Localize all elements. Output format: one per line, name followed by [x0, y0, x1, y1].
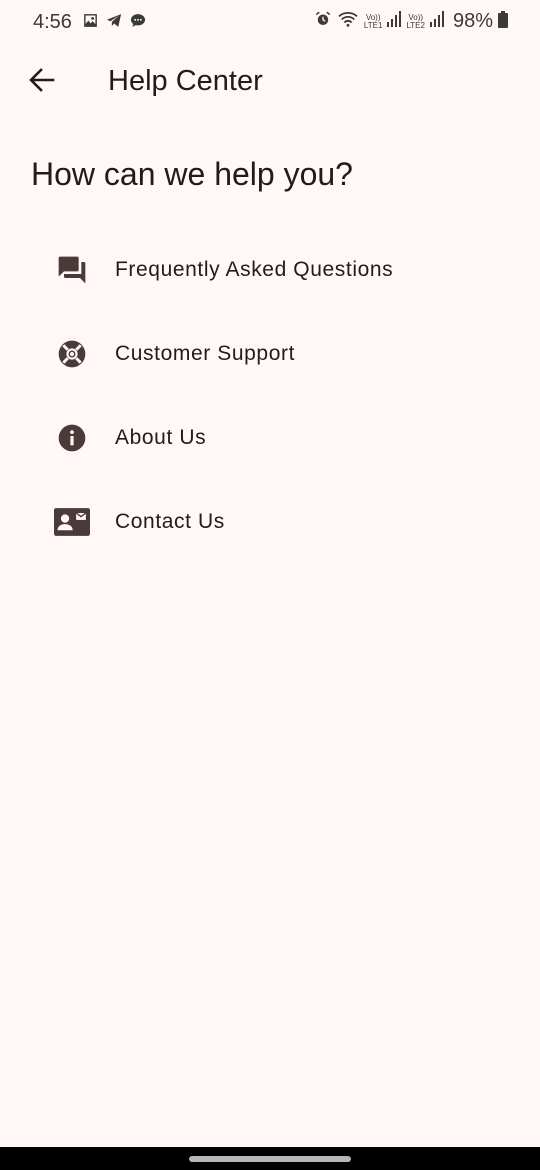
help-menu-list: Frequently Asked Questions Customer Supp… [0, 228, 540, 564]
system-status-icons: Vo)) LTE1 Vo)) LTE2 98% [314, 10, 508, 33]
menu-item-label: Frequently Asked Questions [115, 258, 394, 281]
sim2-lte-label: LTE2 [406, 20, 425, 30]
menu-item-customer-support[interactable]: Customer Support [0, 312, 540, 396]
info-icon [54, 420, 90, 456]
back-button[interactable] [24, 66, 60, 98]
gallery-icon [82, 12, 99, 34]
chat-bubble-icon [129, 12, 147, 34]
menu-item-contact-us[interactable]: Contact Us [0, 480, 540, 564]
status-bar: 4:56 Vo)) LTE1 Vo)) LTE2 98% [0, 0, 540, 44]
menu-item-about-us[interactable]: About Us [0, 396, 540, 480]
alarm-icon [314, 10, 332, 33]
system-nav-bar [0, 1147, 540, 1170]
menu-item-label: About Us [115, 426, 207, 449]
battery-percent: 98% [452, 10, 493, 32]
menu-item-label: Customer Support [115, 342, 296, 365]
top-app-bar: Help Center [0, 52, 540, 112]
home-gesture-handle[interactable] [189, 1156, 351, 1162]
menu-item-faq[interactable]: Frequently Asked Questions [0, 228, 540, 312]
help-heading: How can we help you? [31, 156, 353, 192]
telegram-icon [105, 12, 123, 34]
battery-icon [498, 10, 508, 33]
signal-lte2-icon [429, 11, 444, 32]
sim1-lte-label: LTE1 [363, 20, 383, 30]
page-title: Help Center [108, 65, 263, 97]
menu-item-label: Contact Us [115, 510, 225, 533]
help-center-screen: 4:56 Vo)) LTE1 Vo)) LTE2 98% Help Center… [0, 0, 540, 1170]
wifi-icon [337, 10, 359, 33]
notification-icons [82, 12, 147, 34]
support-lifebuoy-icon [54, 336, 90, 372]
sim2-label: Vo)) LTE2 [406, 13, 425, 30]
sim1-label: Vo)) LTE1 [363, 13, 383, 30]
arrow-back-icon [29, 67, 55, 97]
signal-lte1-icon [387, 11, 402, 32]
contact-mail-icon [54, 504, 90, 540]
forum-icon [54, 252, 90, 288]
status-time: 4:56 [33, 11, 72, 33]
